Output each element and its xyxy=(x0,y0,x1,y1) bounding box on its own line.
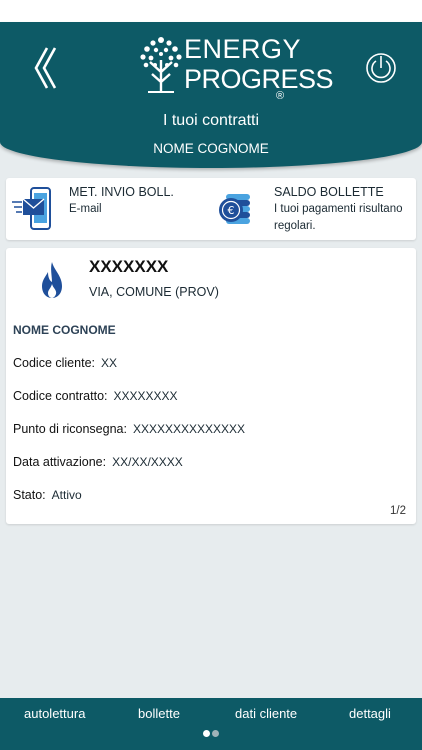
page-indicator: 1/2 xyxy=(390,505,406,517)
field-label: Codice cliente: xyxy=(13,356,95,370)
energy-progress-logo: ENERGY PROGRESS ® xyxy=(138,30,334,102)
contract-code-row: Codice contratto: XXXXXXXX xyxy=(13,389,178,403)
pager-dot[interactable] xyxy=(212,730,219,737)
nav-dati-cliente[interactable]: dati cliente xyxy=(235,706,297,721)
logo-text-line2: PROGRESS xyxy=(184,64,334,94)
field-label: Codice contratto: xyxy=(13,389,108,403)
contract-holder: NOME COGNOME xyxy=(13,323,116,337)
balance-value: I tuoi pagamenti risultano regolari. xyxy=(274,203,403,232)
euro-coins-icon: € xyxy=(219,194,250,224)
gas-flame-icon xyxy=(42,262,62,298)
logo-text-line1: ENERGY xyxy=(184,34,302,64)
phone-email-icon xyxy=(12,187,51,230)
customer-code-row: Codice cliente: XX xyxy=(13,356,117,370)
delivery-point-row: Punto di riconsegna: XXXXXXXXXXXXXX xyxy=(13,422,245,436)
contract-card[interactable]: XXXXXXX VIA, COMUNE (PROV) NOME COGNOME … xyxy=(6,248,416,524)
contract-address: VIA, COMUNE (PROV) xyxy=(89,285,219,299)
double-chevron-left-icon[interactable] xyxy=(28,44,60,92)
field-value: XX xyxy=(101,356,118,370)
field-label: Punto di riconsegna: xyxy=(13,422,127,436)
bottom-nav: autolettura bollette dati cliente dettag… xyxy=(0,698,422,750)
balance-label: SALDO BOLLETTE xyxy=(274,185,384,199)
app-header: ENERGY PROGRESS ® I tuoi contratti NOME … xyxy=(0,22,422,168)
nav-dettagli[interactable]: dettagli xyxy=(349,706,391,721)
activation-date-row: Data attivazione: XX/XX/XXXX xyxy=(13,455,183,469)
nav-bollette[interactable]: bollette xyxy=(138,706,180,721)
field-value: XX/XX/XXXX xyxy=(112,455,183,469)
field-label: Data attivazione: xyxy=(13,455,107,469)
field-value: XXXXXXXX xyxy=(113,389,178,403)
tree-logo-icon xyxy=(140,37,182,93)
power-icon[interactable] xyxy=(364,46,398,86)
send-method-value: E-mail xyxy=(69,203,102,215)
billing-info-bar: MET. INVIO BOLL. E-mail € SALDO BOLLETTE… xyxy=(6,178,416,240)
field-value: XXXXXXXXXXXXXX xyxy=(132,422,246,436)
contract-code: XXXXXXX xyxy=(89,257,169,276)
field-value: Attivo xyxy=(51,488,82,502)
status-bar xyxy=(0,0,422,22)
nav-autolettura[interactable]: autolettura xyxy=(24,706,85,721)
customer-name: NOME COGNOME xyxy=(153,141,269,156)
svg-text:€: € xyxy=(228,204,235,217)
send-method-label: MET. INVIO BOLL. xyxy=(69,185,174,199)
registered-mark: ® xyxy=(276,90,285,102)
field-label: Stato: xyxy=(13,488,46,502)
status-row: Stato: Attivo xyxy=(13,488,82,502)
pager-dot[interactable] xyxy=(203,730,210,737)
page-title: I tuoi contratti xyxy=(162,112,260,129)
